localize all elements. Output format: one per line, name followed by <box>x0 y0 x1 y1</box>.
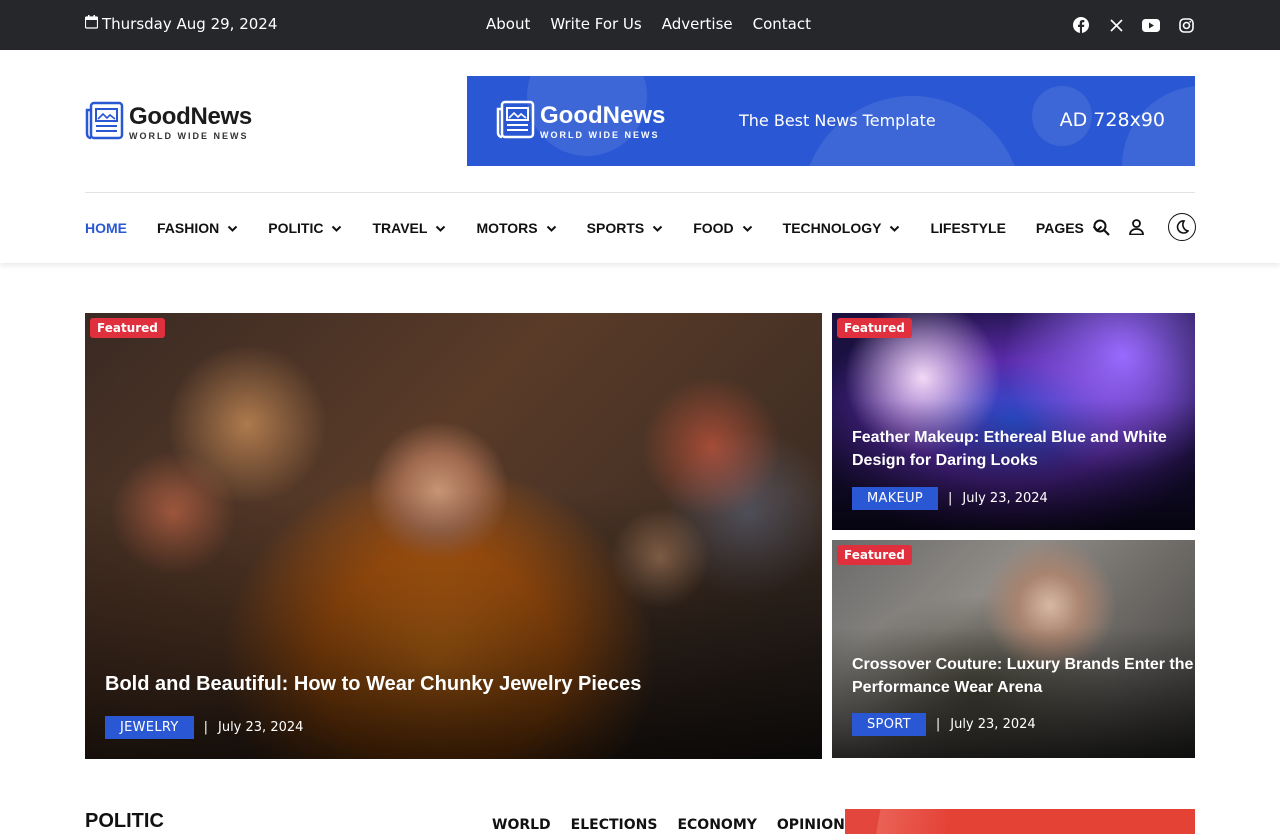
featured-badge: Featured <box>90 318 165 338</box>
x-icon[interactable] <box>1107 16 1125 34</box>
logo-tagline: WORLD WIDE NEWS <box>129 131 249 141</box>
nav-item-travel[interactable]: TRAVEL <box>372 220 446 236</box>
nav-label: HOME <box>85 220 127 236</box>
nav-item-sports[interactable]: SPORTS <box>587 220 664 236</box>
category-tag[interactable]: SPORT <box>852 713 926 736</box>
category-tag[interactable]: MAKEUP <box>852 487 939 510</box>
nav-label: POLITIC <box>268 220 324 236</box>
about-link[interactable]: About <box>486 15 530 33</box>
social-links <box>1072 16 1195 34</box>
article-title[interactable]: Bold and Beautiful: How to Wear Chunky J… <box>105 673 641 696</box>
youtube-icon[interactable] <box>1142 16 1160 34</box>
title-line: Performance Wear Arena <box>852 679 1043 696</box>
nav-item-food[interactable]: FOOD <box>693 220 752 236</box>
meta-separator: | <box>935 717 941 732</box>
calendar-icon <box>84 15 99 33</box>
nav-label: MOTORS <box>476 220 538 236</box>
site-logo[interactable]: GoodNews WORLD WIDE NEWS <box>85 101 252 145</box>
date-text: Thursday Aug 29, 2024 <box>102 15 278 33</box>
title-line: Crossover Couture: Luxury Brands Enter t… <box>852 656 1194 673</box>
nav-item-home[interactable]: HOME <box>85 220 127 236</box>
write-for-us-link[interactable]: Write For Us <box>550 15 641 33</box>
advertise-link[interactable]: Advertise <box>662 15 733 33</box>
contact-link[interactable]: Contact <box>753 15 811 33</box>
featured-badge: Featured <box>837 545 912 565</box>
current-date: Thursday Aug 29, 2024 <box>84 15 278 33</box>
ad-tagline: The Best News Template <box>739 111 936 130</box>
title-line: Feather Makeup: Ethereal Blue and White <box>852 429 1167 446</box>
article-title[interactable]: Crossover Couture: Luxury Brands Enter t… <box>852 653 1193 699</box>
article-date: July 23, 2024 <box>218 720 304 735</box>
article-title[interactable]: Feather Makeup: Ethereal Blue and White … <box>852 426 1167 472</box>
logo-name: GoodNews <box>129 103 252 130</box>
chevron-down-icon <box>546 225 556 232</box>
nav-label: TRAVEL <box>372 220 428 236</box>
nav-item-motors[interactable]: MOTORS <box>476 220 556 236</box>
facebook-icon[interactable] <box>1072 16 1090 34</box>
chevron-down-icon <box>228 225 238 232</box>
chevron-down-icon <box>332 225 342 232</box>
featured-badge: Featured <box>837 318 912 338</box>
nav-label: FOOD <box>693 220 734 236</box>
featured-card-side[interactable]: Featured Feather Makeup: Ethereal Blue a… <box>832 313 1195 530</box>
newspaper-icon <box>85 101 124 145</box>
dark-mode-toggle[interactable] <box>1168 213 1196 241</box>
top-bar: Thursday Aug 29, 2024 About Write For Us… <box>0 0 1280 50</box>
ad-logo: GoodNews WORLD WIDE NEWS <box>496 100 665 144</box>
ad-banner[interactable]: GoodNews WORLD WIDE NEWS The Best News T… <box>467 76 1195 166</box>
tab-economy[interactable]: ECONOMY <box>677 817 756 833</box>
ad-logo-tagline: WORLD WIDE NEWS <box>540 130 660 140</box>
sidebar-banner[interactable] <box>845 809 1195 834</box>
nav-label: PAGES <box>1035 220 1084 236</box>
top-links: About Write For Us Advertise Contact <box>486 15 811 33</box>
nav-label: TECHNOLOGY <box>782 220 882 236</box>
article-date: July 23, 2024 <box>950 717 1036 732</box>
section-title: POLITIC <box>85 810 164 832</box>
chevron-down-icon <box>742 225 752 232</box>
nav-item-lifestyle[interactable]: LIFESTYLE <box>930 220 1005 236</box>
newspaper-icon <box>496 100 535 144</box>
tab-world[interactable]: WORLD <box>492 817 551 833</box>
chevron-down-icon <box>890 225 900 232</box>
search-icon[interactable] <box>1092 218 1110 236</box>
meta-separator: | <box>203 720 208 735</box>
nav-label: SPORTS <box>586 220 645 236</box>
ad-logo-name: GoodNews <box>540 102 666 129</box>
nav-item-politic[interactable]: POLITIC <box>268 220 342 236</box>
nav-tools <box>1092 213 1196 241</box>
nav-label: LIFESTYLE <box>930 220 1006 236</box>
featured-card-side[interactable]: Featured Crossover Couture: Luxury Brand… <box>832 540 1195 758</box>
article-meta: SPORT | July 23, 2024 <box>852 713 1036 736</box>
nav-label: FASHION <box>157 220 220 236</box>
meta-separator: | <box>948 491 953 506</box>
article-meta: MAKEUP | July 23, 2024 <box>852 487 1048 510</box>
tab-opinion[interactable]: OPINION <box>777 817 845 833</box>
featured-card-main[interactable]: Featured Bold and Beautiful: How to Wear… <box>85 313 822 759</box>
category-tag[interactable]: JEWELRY <box>105 716 194 739</box>
nav-item-fashion[interactable]: FASHION <box>157 220 238 236</box>
main-nav: HOME FASHION POLITIC TRAVEL MOTORS SPORT… <box>0 193 1280 263</box>
ad-size: AD 728x90 <box>1059 109 1165 131</box>
section-tabs: WORLD ELECTIONS ECONOMY OPINION <box>492 817 845 833</box>
instagram-icon[interactable] <box>1177 16 1195 34</box>
nav-item-technology[interactable]: TECHNOLOGY <box>783 220 901 236</box>
article-meta: JEWELRY | July 23, 2024 <box>105 716 303 739</box>
chevron-down-icon <box>653 225 663 232</box>
article-date: July 23, 2024 <box>962 491 1048 506</box>
moon-icon <box>1176 220 1189 234</box>
title-line: Design for Daring Looks <box>852 452 1038 469</box>
user-icon[interactable] <box>1127 218 1145 236</box>
tab-elections[interactable]: ELECTIONS <box>571 817 658 833</box>
chevron-down-icon <box>436 225 446 232</box>
ad-decor-circle <box>802 96 1022 166</box>
